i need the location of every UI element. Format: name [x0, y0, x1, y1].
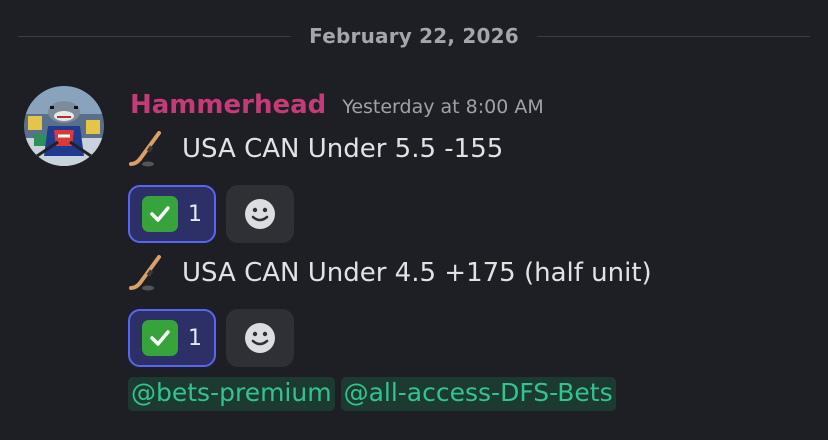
- hockey-shark-avatar-icon: [24, 86, 104, 166]
- message-line-2: USA CAN Under 4.5 +175 (half unit): [128, 255, 652, 291]
- message-line-text: USA CAN Under 5.5 -155: [182, 134, 504, 164]
- message-header: Hammerhead Yesterday at 8:00 AM: [130, 90, 544, 120]
- reaction-count: 1: [188, 325, 202, 351]
- reaction-count: 1: [188, 201, 202, 227]
- mention-bets-premium[interactable]: @bets-premium: [128, 377, 335, 411]
- reaction-check-button[interactable]: 1: [128, 185, 216, 243]
- hockey-stick-icon: [129, 131, 161, 167]
- timestamp[interactable]: Yesterday at 8:00 AM: [342, 96, 544, 118]
- message-line-1: USA CAN Under 5.5 -155: [128, 131, 503, 167]
- smiley-icon: [245, 323, 275, 353]
- check-mark-button-icon: [142, 196, 178, 232]
- reactions-row-1: 1: [128, 185, 294, 243]
- role-mentions: @bets-premium @all-access-DFS-Bets: [128, 377, 616, 411]
- username[interactable]: Hammerhead: [130, 90, 326, 120]
- add-reaction-button[interactable]: [226, 309, 294, 367]
- chat-view: February 22, 2026 Hammerhead Yesterday a…: [0, 0, 828, 440]
- message-line-text: USA CAN Under 4.5 +175 (half unit): [182, 258, 652, 288]
- divider-date: February 22, 2026: [309, 24, 519, 48]
- divider-line-right: [536, 35, 810, 37]
- hockey-stick-icon: [129, 255, 161, 291]
- smiley-icon: [245, 199, 275, 229]
- avatar[interactable]: [24, 86, 104, 166]
- divider-line-left: [18, 35, 292, 37]
- reaction-check-button[interactable]: 1: [128, 309, 216, 367]
- date-divider: February 22, 2026: [18, 22, 810, 50]
- add-reaction-button[interactable]: [226, 185, 294, 243]
- check-mark-button-icon: [142, 320, 178, 356]
- reactions-row-2: 1: [128, 309, 294, 367]
- mention-all-access-dfs-bets[interactable]: @all-access-DFS-Bets: [340, 377, 616, 411]
